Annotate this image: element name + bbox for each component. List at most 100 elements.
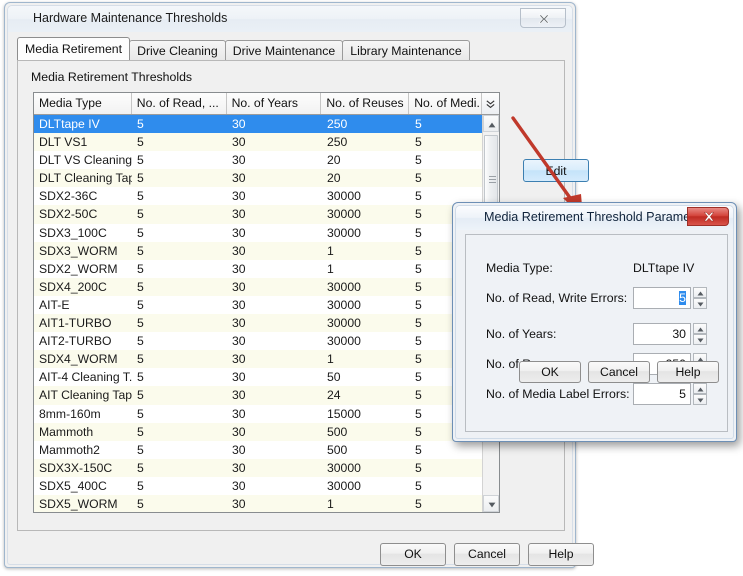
column-header-media-label-errors[interactable]: No. of Medi... xyxy=(409,93,482,114)
column-header-years[interactable]: No. of Years xyxy=(227,93,322,114)
table-row[interactable]: 8mm-160m530150005 xyxy=(34,405,499,423)
field-row-media-type: Media Type: DLTtape IV xyxy=(466,257,727,279)
group-label: Media Retirement Thresholds xyxy=(31,70,192,84)
table-row[interactable]: AIT Cleaning Tape530245 xyxy=(34,386,499,404)
table-cell-years: 30 xyxy=(227,441,322,459)
table-cell-read-write-errors: 5 xyxy=(132,260,227,278)
main-ok-button[interactable]: OK xyxy=(380,543,446,566)
tab-library-maintenance[interactable]: Library Maintenance xyxy=(342,40,469,60)
table-cell-read-write-errors: 5 xyxy=(132,224,227,242)
thresholds-table[interactable]: Media Type No. of Read, ... No. of Years… xyxy=(33,92,500,513)
dialog-help-button[interactable]: Help xyxy=(657,361,719,383)
column-header-reuses[interactable]: No. of Reuses xyxy=(321,93,409,114)
dialog-cancel-button[interactable]: Cancel xyxy=(588,361,650,383)
table-row[interactable]: SDX3X-150C530300005 xyxy=(34,459,499,477)
table-cell-media-type: SDX5_400C xyxy=(34,477,132,495)
table-row[interactable]: SDX4_200C530300005 xyxy=(34,278,499,296)
table-row[interactable]: SDX2_WORM53015 xyxy=(34,260,499,278)
read-write-errors-stepper[interactable]: 5 xyxy=(633,287,705,309)
table-row[interactable]: DLT Cleaning Tape530205 xyxy=(34,169,499,187)
triangle-down-icon xyxy=(488,502,496,508)
tab-drive-cleaning[interactable]: Drive Cleaning xyxy=(129,40,226,60)
triangle-up-icon xyxy=(697,327,704,332)
table-cell-reuses: 30000 xyxy=(322,477,410,495)
table-cell-media-type: DLT Cleaning Tape xyxy=(34,169,132,187)
read-write-errors-spin-buttons[interactable] xyxy=(693,287,707,309)
field-row-read-write-errors: No. of Read, Write Errors: 5 xyxy=(466,287,727,309)
table-row[interactable]: AIT2-TURBO530300005 xyxy=(34,332,499,350)
media-retirement-threshold-dialog: Media Retirement Threshold Parame... Med… xyxy=(452,202,737,442)
triangle-up-icon xyxy=(488,122,496,128)
dialog-ok-button[interactable]: OK xyxy=(519,361,581,383)
spin-down-button[interactable] xyxy=(693,298,707,309)
table-cell-media-type: AIT-E xyxy=(34,296,132,314)
table-cell-reuses: 20 xyxy=(322,151,410,169)
table-cell-read-write-errors: 5 xyxy=(132,187,227,205)
media-label-errors-input[interactable]: 5 xyxy=(633,383,691,405)
table-row[interactable]: SDX3_WORM53015 xyxy=(34,242,499,260)
spin-down-button[interactable] xyxy=(693,334,707,345)
table-cell-read-write-errors: 5 xyxy=(132,205,227,223)
table-cell-reuses: 15000 xyxy=(322,405,410,423)
media-type-label: Media Type: xyxy=(486,257,553,279)
table-row[interactable]: SDX3_100C530300005 xyxy=(34,224,499,242)
table-cell-media-type: SDX3X-150C xyxy=(34,459,132,477)
chevron-double-down-icon xyxy=(486,100,495,109)
column-header-media-type[interactable]: Media Type xyxy=(34,93,132,114)
table-row[interactable]: SDX5_400C530300005 xyxy=(34,477,499,495)
table-row[interactable]: DLT VS Cleaning ...530205 xyxy=(34,151,499,169)
table-cell-reuses: 30000 xyxy=(322,205,410,223)
triangle-up-icon xyxy=(697,291,704,296)
table-cell-reuses: 30000 xyxy=(322,459,410,477)
read-write-errors-input[interactable]: 5 xyxy=(633,287,691,309)
table-cell-years: 30 xyxy=(227,278,322,296)
scroll-down-button[interactable] xyxy=(483,495,499,512)
table-row[interactable]: SDX2-50C530300005 xyxy=(34,205,499,223)
spin-up-button[interactable] xyxy=(693,287,707,298)
spin-down-button[interactable] xyxy=(693,394,707,405)
table-row[interactable]: SDX4_WORM53015 xyxy=(34,350,499,368)
spin-up-button[interactable] xyxy=(693,383,707,394)
table-row[interactable]: SDX2-36C530300005 xyxy=(34,187,499,205)
column-header-read-write-errors[interactable]: No. of Read, ... xyxy=(132,93,227,114)
scroll-up-button[interactable] xyxy=(483,115,499,132)
table-row[interactable]: SDX5_WORM53015 xyxy=(34,495,499,513)
close-button[interactable] xyxy=(520,8,566,28)
table-row[interactable]: DLT VS15302505 xyxy=(34,133,499,151)
edit-button[interactable]: Edit xyxy=(523,159,589,182)
table-row[interactable]: AIT-E530300005 xyxy=(34,296,499,314)
column-chooser-button[interactable] xyxy=(482,93,499,114)
table-row[interactable]: AIT1-TURBO530300005 xyxy=(34,314,499,332)
tab-media-retirement[interactable]: Media Retirement xyxy=(17,37,130,60)
main-cancel-button[interactable]: Cancel xyxy=(454,543,520,566)
table-cell-reuses: 1 xyxy=(322,350,410,368)
table-cell-read-write-errors: 5 xyxy=(132,477,227,495)
dialog-inner: Media Retirement Threshold Parame... Med… xyxy=(455,205,734,439)
table-cell-media-type: SDX2_WORM xyxy=(34,260,132,278)
years-stepper[interactable]: 30 xyxy=(633,323,705,345)
media-label-errors-stepper[interactable]: 5 xyxy=(633,383,705,405)
table-row[interactable]: DLTtape IV5302505 xyxy=(34,115,499,133)
table-cell-media-type: DLTtape IV xyxy=(34,115,132,133)
field-row-media-label-errors: No. of Media Label Errors: 5 xyxy=(466,383,727,405)
table-row[interactable]: AIT-4 Cleaning T...530505 xyxy=(34,368,499,386)
tab-drive-maintenance[interactable]: Drive Maintenance xyxy=(225,40,344,60)
dialog-close-button[interactable] xyxy=(687,207,729,226)
table-cell-read-write-errors: 5 xyxy=(132,314,227,332)
table-cell-media-type: DLT VS1 xyxy=(34,133,132,151)
spin-up-button[interactable] xyxy=(693,323,707,334)
table-cell-years: 30 xyxy=(227,368,322,386)
table-cell-read-write-errors: 5 xyxy=(132,169,227,187)
table-cell-media-type: SDX2-50C xyxy=(34,205,132,223)
table-cell-read-write-errors: 5 xyxy=(132,115,227,133)
years-spin-buttons[interactable] xyxy=(693,323,707,345)
table-cell-years: 30 xyxy=(227,205,322,223)
table-cell-years: 30 xyxy=(227,495,322,513)
main-help-button[interactable]: Help xyxy=(528,543,594,566)
years-input[interactable]: 30 xyxy=(633,323,691,345)
table-row[interactable]: Mammoth5305005 xyxy=(34,423,499,441)
table-cell-media-label-errors: 5 xyxy=(410,151,483,169)
table-cell-read-write-errors: 5 xyxy=(132,368,227,386)
media-label-errors-spin-buttons[interactable] xyxy=(693,383,707,405)
table-row[interactable]: Mammoth25305005 xyxy=(34,441,499,459)
